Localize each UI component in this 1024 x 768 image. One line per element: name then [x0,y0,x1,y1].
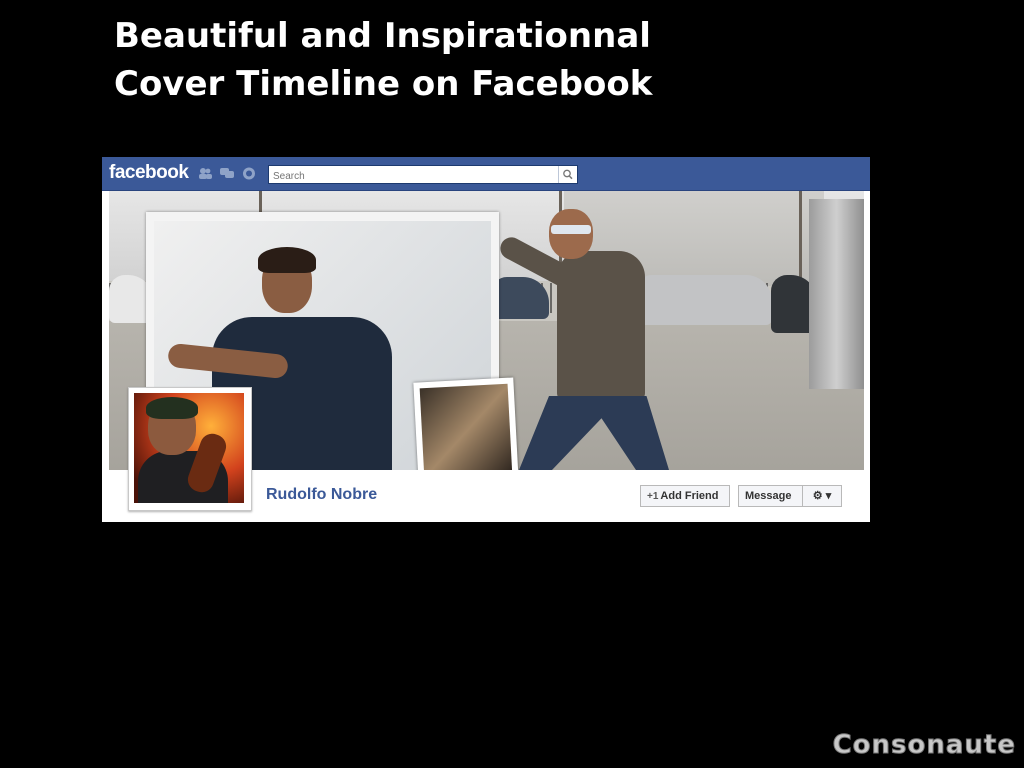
cover-lamp-post [809,199,864,389]
profile-person-hair [146,397,198,419]
search-box[interactable] [268,165,578,185]
cover-car [636,275,772,325]
cover-tree [799,191,802,281]
slide-title-line-1: Beautiful and Inspirationnal [114,16,651,56]
settings-dropdown-button[interactable]: ⚙ ▾ [802,485,842,507]
cover-car [491,277,549,319]
chevron-down-icon: ▾ [825,490,832,502]
cover-small-photo [413,377,519,470]
profile-picture-image [134,393,244,503]
notifications-icon[interactable] [242,167,256,180]
cover-second-person-body [557,251,645,401]
facebook-screenshot: facebook Search Rudolfo Nobre +1 Add Fri… [102,157,870,522]
gear-icon: ⚙ [812,490,823,502]
messages-icon[interactable] [220,167,234,180]
watermark-logo: Consonaute [832,730,1016,761]
cover-second-person-head [549,209,593,259]
slide-title-line-2: Cover Timeline on Facebook [114,64,653,104]
add-friend-button[interactable]: +1 Add Friend [640,485,730,507]
profile-name[interactable]: Rudolfo Nobre [266,486,377,504]
cover-person-hair [258,247,316,273]
facebook-logo[interactable]: facebook [109,162,189,184]
add-friend-icon: +1 [647,491,659,502]
slide-title: Beautiful and Inspirationnal Cover Timel… [114,12,652,108]
add-friend-label: Add Friend [660,490,719,502]
message-label: Message [745,490,792,502]
search-input[interactable] [269,168,557,185]
search-icon [563,169,573,180]
friend-requests-icon[interactable] [198,167,212,180]
profile-picture[interactable] [128,387,252,511]
search-button[interactable] [558,166,577,183]
facebook-top-bar: facebook [102,157,870,191]
cover-second-person-glasses [551,225,591,234]
message-button[interactable]: Message [738,485,806,507]
